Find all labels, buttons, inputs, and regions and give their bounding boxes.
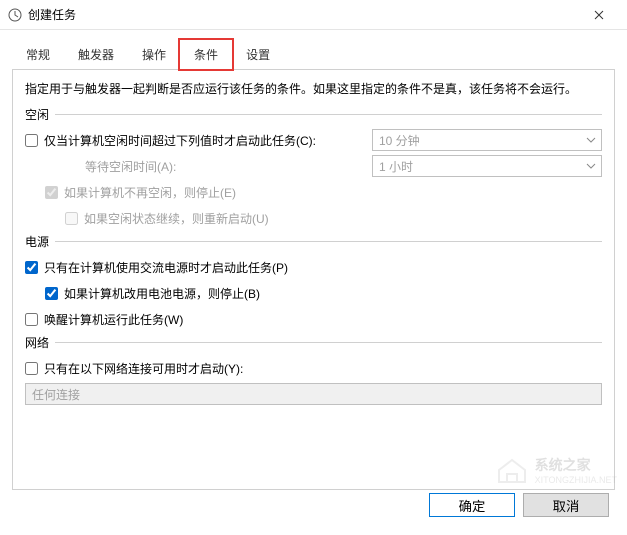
cancel-button[interactable]: 取消 bbox=[523, 493, 609, 517]
row-net-avail: 只有在以下网络连接可用时才启动(Y): bbox=[25, 357, 602, 379]
titlebar: 创建任务 bbox=[0, 0, 627, 30]
label-wait-idle: 等待空闲时间(A): bbox=[85, 158, 176, 175]
label-wake: 唤醒计算机运行此任务(W) bbox=[44, 311, 183, 328]
select-network: 任何连接 bbox=[25, 383, 602, 405]
chevron-down-icon bbox=[585, 160, 597, 172]
checkbox-net-avail[interactable] bbox=[25, 362, 38, 375]
checkbox-wake[interactable] bbox=[25, 313, 38, 326]
select-wait-idle-value: 1 小时 bbox=[379, 158, 413, 175]
window-title: 创建任务 bbox=[28, 6, 579, 23]
section-power: 电源 bbox=[25, 233, 602, 250]
label-start-when-idle: 仅当计算机空闲时间超过下列值时才启动此任务(C): bbox=[44, 132, 316, 149]
select-network-value: 任何连接 bbox=[32, 386, 80, 403]
section-idle-label: 空闲 bbox=[25, 106, 49, 123]
divider bbox=[55, 114, 602, 115]
select-idle-duration[interactable]: 10 分钟 bbox=[372, 129, 602, 151]
label-stop-if-not-idle: 如果计算机不再空闲，则停止(E) bbox=[64, 184, 236, 201]
row-ac-only: 只有在计算机使用交流电源时才启动此任务(P) bbox=[25, 256, 602, 278]
panel-description: 指定用于与触发器一起判断是否应运行该任务的条件。如果这里指定的条件不是真，该任务… bbox=[25, 80, 602, 98]
ok-button[interactable]: 确定 bbox=[429, 493, 515, 517]
checkbox-restart-on-idle bbox=[65, 212, 78, 225]
checkbox-ac-only[interactable] bbox=[25, 261, 38, 274]
section-network-label: 网络 bbox=[25, 334, 49, 351]
checkbox-start-when-idle[interactable] bbox=[25, 134, 38, 147]
tab-actions[interactable]: 操作 bbox=[128, 40, 180, 69]
row-start-when-idle: 仅当计算机空闲时间超过下列值时才启动此任务(C): 10 分钟 bbox=[25, 129, 602, 151]
row-stop-if-not-idle: 如果计算机不再空闲，则停止(E) bbox=[25, 181, 602, 203]
divider bbox=[55, 342, 602, 343]
row-restart-on-idle: 如果空闲状态继续，则重新启动(U) bbox=[25, 207, 602, 229]
clock-icon bbox=[8, 8, 22, 22]
divider bbox=[55, 241, 602, 242]
label-restart-on-idle: 如果空闲状态继续，则重新启动(U) bbox=[84, 210, 269, 227]
select-wait-idle[interactable]: 1 小时 bbox=[372, 155, 602, 177]
section-network: 网络 bbox=[25, 334, 602, 351]
section-idle: 空闲 bbox=[25, 106, 602, 123]
conditions-panel: 指定用于与触发器一起判断是否应运行该任务的条件。如果这里指定的条件不是真，该任务… bbox=[12, 70, 615, 490]
tab-conditions[interactable]: 条件 bbox=[180, 40, 232, 69]
tab-general[interactable]: 常规 bbox=[12, 40, 64, 69]
row-stop-on-battery: 如果计算机改用电池电源，则停止(B) bbox=[25, 282, 602, 304]
label-stop-on-battery: 如果计算机改用电池电源，则停止(B) bbox=[64, 285, 260, 302]
chevron-down-icon bbox=[585, 134, 597, 146]
checkbox-stop-if-not-idle bbox=[45, 186, 58, 199]
row-wake: 唤醒计算机运行此任务(W) bbox=[25, 308, 602, 330]
close-button[interactable] bbox=[579, 0, 619, 30]
checkbox-stop-on-battery[interactable] bbox=[45, 287, 58, 300]
select-idle-duration-value: 10 分钟 bbox=[379, 132, 420, 149]
tab-settings[interactable]: 设置 bbox=[232, 40, 284, 69]
content-area: 常规 触发器 操作 条件 设置 指定用于与触发器一起判断是否应运行该任务的条件。… bbox=[0, 30, 627, 500]
row-wait-idle: 等待空闲时间(A): 1 小时 bbox=[25, 155, 602, 177]
section-power-label: 电源 bbox=[25, 233, 49, 250]
button-bar: 确定 取消 bbox=[429, 493, 609, 517]
tab-bar: 常规 触发器 操作 条件 设置 bbox=[12, 40, 615, 70]
label-ac-only: 只有在计算机使用交流电源时才启动此任务(P) bbox=[44, 259, 288, 276]
label-net-avail: 只有在以下网络连接可用时才启动(Y): bbox=[44, 360, 243, 377]
tab-triggers[interactable]: 触发器 bbox=[64, 40, 128, 69]
